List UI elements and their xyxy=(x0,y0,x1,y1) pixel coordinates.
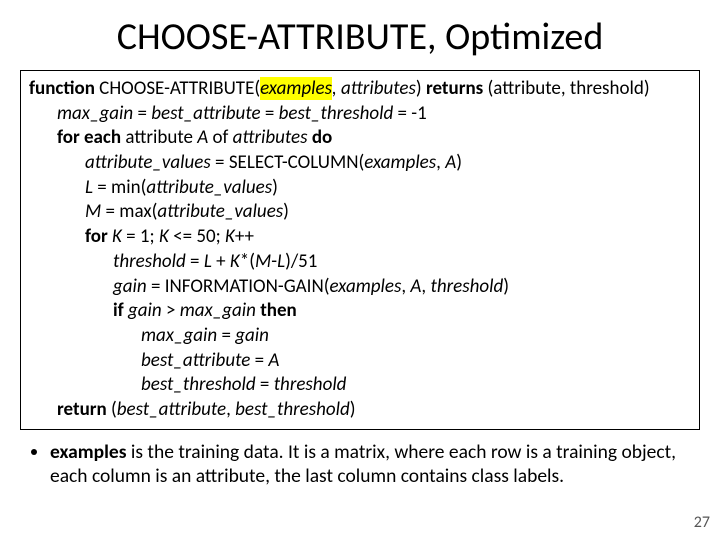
code-line: if gain > max_gain then xyxy=(29,299,691,324)
text: attribute xyxy=(121,126,197,149)
text: + xyxy=(212,250,230,273)
var: A xyxy=(197,126,208,149)
slide-title: CHOOSE-ATTRIBUTE, Optimized xyxy=(20,14,700,60)
var: L xyxy=(85,176,93,199)
var: K xyxy=(159,225,169,248)
kw-then: then xyxy=(260,299,297,322)
text: ) xyxy=(503,275,509,298)
text: (attribute, threshold) xyxy=(483,77,649,100)
code-line: for each attribute A of attributes do xyxy=(29,126,691,151)
var: A xyxy=(410,275,421,298)
text: = xyxy=(186,250,204,273)
text: = xyxy=(217,324,235,347)
kw-returns: returns xyxy=(426,77,483,100)
code-line: M = max(attribute_values) xyxy=(29,200,691,225)
text: > xyxy=(162,299,180,322)
bullet-text: is the training data. It is a matrix, wh… xyxy=(50,440,676,488)
var: L xyxy=(204,250,212,273)
text: = min( xyxy=(93,176,146,199)
var: attribute_values xyxy=(146,176,272,199)
var: best_attribute xyxy=(141,349,250,372)
slide: CHOOSE-ATTRIBUTE, Optimized function CHO… xyxy=(0,0,720,540)
kw-for: for each xyxy=(57,126,121,149)
code-line: best_attribute = A xyxy=(29,349,691,374)
var: K xyxy=(225,225,235,248)
var: A xyxy=(445,151,456,174)
pseudocode-box: function CHOOSE-ATTRIBUTE(examples, attr… xyxy=(20,70,700,430)
text: ) xyxy=(283,200,289,223)
bullet-term: examples xyxy=(50,440,127,464)
var: best_threshold xyxy=(141,373,256,396)
code-line: gain = INFORMATION-GAIN(examples, A, thr… xyxy=(29,275,691,300)
page-number: 27 xyxy=(694,513,710,532)
code-line: max_gain = gain xyxy=(29,324,691,349)
text: = 1; xyxy=(122,225,159,248)
var: threshold xyxy=(274,373,347,396)
bullet-item: examples is the training data. It is a m… xyxy=(50,440,700,489)
var: best_threshold xyxy=(279,102,394,125)
kw-for: for xyxy=(85,225,108,248)
text: = SELECT-COLUMN( xyxy=(211,151,365,174)
var: max_gain xyxy=(180,299,256,322)
text: = xyxy=(133,102,151,125)
code-line: for K = 1; K <= 50; K++ xyxy=(29,225,691,250)
var: examples xyxy=(330,275,402,298)
text: = max( xyxy=(101,200,157,223)
var: K xyxy=(112,225,122,248)
code-line: attribute_values = SELECT-COLUMN(example… xyxy=(29,151,691,176)
var: best_attribute xyxy=(117,398,226,421)
code-line: function CHOOSE-ATTRIBUTE(examples, attr… xyxy=(29,77,691,102)
var: examples xyxy=(364,151,436,174)
kw-if: if xyxy=(113,299,124,322)
var: best_threshold xyxy=(235,398,350,421)
text: , xyxy=(226,398,235,421)
text: of xyxy=(208,126,232,149)
code-line: L = min(attribute_values) xyxy=(29,176,691,201)
var: max_gain xyxy=(141,324,217,347)
text: , xyxy=(436,151,445,174)
text: , attributes xyxy=(332,77,416,100)
text: *( xyxy=(240,250,255,273)
text: ++ xyxy=(235,225,254,248)
var: L xyxy=(277,250,285,273)
text: = xyxy=(261,102,279,125)
code-line: best_threshold = threshold xyxy=(29,373,691,398)
text: )/51 xyxy=(285,250,317,273)
var: best_attribute xyxy=(151,102,260,125)
kw-return: return xyxy=(57,398,107,421)
var: A xyxy=(268,349,279,372)
text: ( xyxy=(107,398,117,421)
text: ) xyxy=(456,151,462,174)
code-line: threshold = L + K*(M-L)/51 xyxy=(29,250,691,275)
arg-examples-highlight: examples xyxy=(260,77,332,100)
kw-do: do xyxy=(312,126,332,149)
code-line: return (best_attribute, best_threshold) xyxy=(29,398,691,423)
var: threshold xyxy=(113,250,186,273)
text: ) xyxy=(272,176,278,199)
var: threshold xyxy=(430,275,503,298)
text: = INFORMATION-GAIN( xyxy=(147,275,330,298)
var: M xyxy=(85,200,101,223)
var: gain xyxy=(128,299,162,322)
kw-function: function xyxy=(29,77,95,100)
var: attribute_values xyxy=(85,151,211,174)
text: = -1 xyxy=(393,102,427,125)
code-line: max_gain = best_attribute = best_thresho… xyxy=(29,102,691,127)
var: max_gain xyxy=(57,102,133,125)
text: ) xyxy=(416,77,426,100)
var: K xyxy=(230,250,240,273)
text: CHOOSE-ATTRIBUTE( xyxy=(95,77,260,100)
var: gain xyxy=(113,275,147,298)
text: = xyxy=(256,373,274,396)
bullet-list: examples is the training data. It is a m… xyxy=(28,440,700,489)
text: = xyxy=(250,349,268,372)
var: attributes xyxy=(233,126,308,149)
var: M xyxy=(255,250,271,273)
text: ) xyxy=(350,398,356,421)
var: attribute_values xyxy=(157,200,283,223)
text: <= 50; xyxy=(169,225,225,248)
var: gain xyxy=(235,324,269,347)
